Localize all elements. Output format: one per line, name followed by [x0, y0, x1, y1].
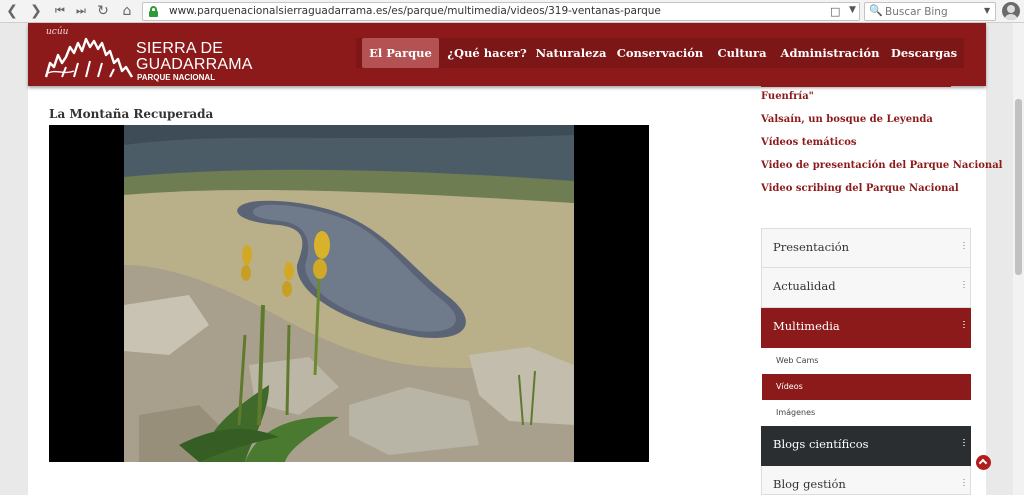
lock-icon [149, 6, 158, 17]
nav-item-conservacion[interactable]: Conservación [614, 38, 706, 68]
logo-text-line2: GUADARRAMA [136, 56, 253, 73]
browser-toolbar: ❮ ❯ ⏮ ⏭ ↻ ⌂ www.parquenacionalsierraguad… [0, 0, 1024, 23]
drag-handle-icon [963, 321, 965, 330]
search-box[interactable]: 🔍 ▼ [864, 2, 996, 21]
sidebar-submenu-imagenes[interactable]: Imágenes [762, 400, 971, 426]
nav-item-descargas[interactable]: Descargas [886, 38, 962, 68]
sidebar-menu-blogs-cientificos[interactable]: Blogs científicos [761, 426, 971, 466]
submenu-label: Imágenes [776, 408, 816, 417]
sidebar-link-videos-tematicos[interactable]: Vídeos temáticos [761, 137, 857, 148]
nav-item-administracion[interactable]: Administración [778, 38, 882, 68]
forward-icon[interactable]: ❯ [28, 3, 44, 19]
sidebar-link-partial[interactable] [761, 81, 951, 87]
sidebar-menu-label: Blogs científicos [773, 437, 869, 451]
vertical-scrollbar[interactable] [1013, 23, 1024, 495]
sidebar-link-video-scribing[interactable]: Video scribing del Parque Nacional [761, 183, 959, 194]
account-avatar-icon[interactable] [1002, 2, 1020, 20]
nav-item-que-hacer[interactable]: ¿Qué hacer? [443, 38, 531, 68]
video-frame-landscape [49, 125, 649, 462]
site-header: ucúu SIERRA DE GUADARRAMA PARQUE NACIONA… [28, 23, 986, 86]
main-nav: El Parque ¿Qué hacer? Naturaleza Conserv… [356, 38, 964, 68]
sidebar-submenu-videos[interactable]: Vídeos [762, 374, 971, 400]
back-icon[interactable]: ❮ [4, 3, 20, 19]
sidebar-link-fuenfria[interactable]: Fuenfría" [761, 91, 814, 102]
drag-handle-icon [963, 281, 965, 290]
url-bar[interactable]: www.parquenacionalsierraguadarrama.es/es… [142, 2, 860, 21]
nav-item-el-parque[interactable]: El Parque [362, 38, 439, 68]
sidebar-submenu-webcams[interactable]: Web Cams [762, 348, 971, 374]
sidebar-link-valsain[interactable]: Valsaín, un bosque de Leyenda [761, 114, 933, 125]
sidebar-menu-label: Presentación [773, 240, 850, 254]
submenu-label: Web Cams [776, 356, 819, 365]
submenu-label: Vídeos [776, 382, 803, 391]
drag-handle-icon [963, 242, 965, 251]
search-icon: 🔍 [869, 4, 883, 17]
sidebar-menu-label: Blog gestión [773, 477, 846, 491]
reload-icon[interactable]: ↻ [95, 3, 111, 19]
chevron-down-icon[interactable]: ▼ [984, 6, 990, 15]
drag-handle-icon [963, 439, 965, 448]
sidebar-link-video-presentacion[interactable]: Video de presentación del Parque Naciona… [761, 160, 1002, 171]
sidebar-menu-blog-gestion[interactable]: Blog gestión [761, 466, 971, 495]
sidebar-menu-presentacion[interactable]: Presentación [761, 228, 971, 268]
sidebar-menu-multimedia[interactable]: Multimedia [761, 308, 971, 348]
nav-item-cultura[interactable]: Cultura [712, 38, 772, 68]
last-page-icon[interactable]: ⏭ [73, 3, 89, 19]
sidebar-menu-label: Actualidad [773, 279, 836, 293]
first-page-icon[interactable]: ⏮ [52, 3, 68, 19]
bookmark-icon[interactable]: □ [830, 5, 840, 18]
nav-item-naturaleza[interactable]: Naturaleza [535, 38, 607, 68]
logo-text-line1: SIERRA DE [136, 40, 224, 57]
url-text: www.parquenacionalsierraguadarrama.es/es… [169, 5, 661, 17]
search-input[interactable] [885, 4, 973, 19]
sidebar-menu-actualidad[interactable]: Actualidad [761, 268, 971, 308]
scrollbar-thumb[interactable] [1015, 99, 1022, 275]
chevron-down-icon[interactable]: ▼ [849, 5, 856, 15]
home-icon[interactable]: ⌂ [119, 3, 135, 19]
mountain-logo-icon[interactable] [44, 33, 140, 81]
logo-text-line3: PARQUE NACIONAL [137, 73, 216, 82]
video-title: La Montaña Recuperada [49, 107, 214, 121]
video-player[interactable] [49, 125, 649, 462]
scroll-to-top-icon[interactable] [976, 455, 991, 470]
drag-handle-icon [963, 479, 965, 488]
sidebar-menu-label: Multimedia [773, 319, 840, 333]
